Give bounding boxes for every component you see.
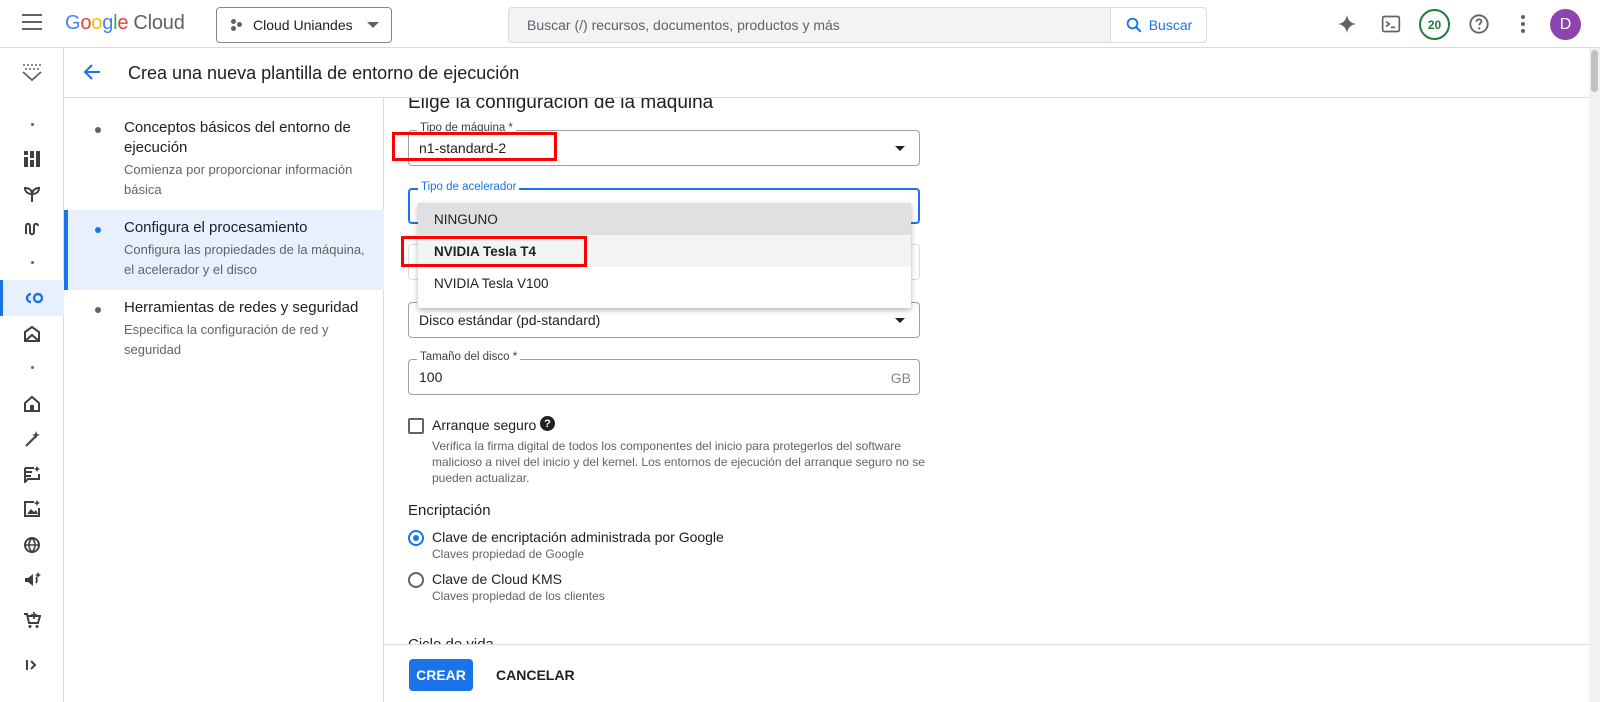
- radio-google-managed-key[interactable]: [408, 530, 424, 546]
- page-header: Crea una nueva plantilla de entorno de e…: [64, 48, 1600, 98]
- search-icon: [1126, 17, 1142, 33]
- step-bullet: [95, 307, 101, 313]
- lifecycle-heading: Ciclo de vida: [408, 636, 494, 644]
- help-icon[interactable]: [1466, 11, 1492, 37]
- step-title: Conceptos básicos del entorno de ejecuci…: [124, 119, 351, 156]
- disk-size-label: Tamaño del disco *: [417, 351, 521, 363]
- project-selector[interactable]: Cloud Uniandes: [216, 7, 392, 43]
- project-icon: [231, 19, 243, 31]
- search-input[interactable]: [509, 8, 1110, 42]
- encryption-title: Encriptación: [408, 502, 491, 519]
- create-button[interactable]: CREAR: [409, 659, 473, 691]
- step-title: Configura el procesamiento: [124, 219, 308, 236]
- rail-separator-dot: [31, 123, 34, 126]
- step-networking[interactable]: Herramientas de redes y seguridad Especi…: [64, 298, 384, 360]
- notifications-badge[interactable]: 20: [1419, 9, 1450, 40]
- project-name: Cloud Uniandes: [253, 17, 353, 33]
- terminal-icon[interactable]: [1378, 11, 1404, 37]
- disk-size-input[interactable]: Tamaño del disco * 100 GB: [408, 351, 920, 395]
- image-spark-icon[interactable]: [0, 491, 64, 527]
- menu-item-tesla-v100[interactable]: NVIDIA Tesla V100: [418, 267, 911, 299]
- back-arrow-icon[interactable]: [82, 62, 102, 87]
- dropdown-arrow-icon: [895, 318, 905, 323]
- expand-icon[interactable]: [0, 647, 64, 683]
- vertex-logo-icon[interactable]: [0, 54, 64, 90]
- secure-boot-checkbox[interactable]: [408, 418, 424, 434]
- radio-label: Clave de encriptación administrada por G…: [432, 529, 724, 545]
- colab-icon[interactable]: [0, 280, 64, 316]
- globe-icon[interactable]: [0, 527, 64, 563]
- accelerator-type-label: Tipo de acelerador: [418, 181, 520, 193]
- menu-icon[interactable]: [22, 14, 42, 34]
- radio-sublabel: Claves propiedad de los clientes: [432, 589, 605, 603]
- pipeline-icon[interactable]: [0, 211, 64, 247]
- form-footer: CREAR CANCELAR: [384, 644, 1600, 702]
- search-bar: Buscar: [508, 7, 1207, 43]
- step-bullet: [95, 127, 101, 133]
- step-description: Comienza por proporcionar información bá…: [124, 162, 353, 197]
- stepper: Conceptos básicos del entorno de ejecuci…: [64, 98, 384, 702]
- page-title: Crea una nueva plantilla de entorno de e…: [128, 63, 520, 83]
- step-basics[interactable]: Conceptos básicos del entorno de ejecuci…: [64, 118, 384, 200]
- dashboard-icon[interactable]: [0, 141, 64, 177]
- home-icon[interactable]: [0, 386, 64, 422]
- search-button-label: Buscar: [1148, 17, 1193, 33]
- step-title: Herramientas de redes y seguridad: [124, 299, 359, 316]
- secure-boot-label: Arranque seguro: [432, 417, 537, 433]
- top-bar: GoogleCloud Cloud Uniandes Buscar 20 D: [0, 0, 1600, 48]
- sprout-icon[interactable]: [0, 176, 64, 212]
- disk-size-value: 100: [419, 369, 443, 385]
- google-cloud-logo[interactable]: Google Cloud: [65, 12, 185, 35]
- more-vert-icon[interactable]: [1510, 11, 1536, 37]
- radio-cloud-kms-key[interactable]: [408, 572, 424, 588]
- step-description: Configura las propiedades de la máquina,…: [124, 242, 365, 277]
- rail-separator-dot: [31, 261, 34, 264]
- step-description: Especifica la configuración de red y seg…: [124, 322, 329, 357]
- chat-spark-icon[interactable]: [0, 456, 64, 492]
- scrollbar[interactable]: [1589, 48, 1600, 702]
- left-nav-rail: [0, 48, 64, 702]
- chevron-down-icon: [366, 22, 379, 28]
- help-icon[interactable]: ?: [540, 416, 555, 431]
- section-title: Elige la configuración de la máquina: [408, 98, 714, 113]
- scrollbar-thumb[interactable]: [1591, 50, 1598, 92]
- model-garden-icon[interactable]: [0, 316, 64, 352]
- search-button[interactable]: Buscar: [1110, 8, 1206, 42]
- magic-wand-icon[interactable]: [0, 421, 64, 457]
- menu-item-ninguno[interactable]: NINGUNO: [418, 203, 911, 235]
- disk-size-unit: GB: [890, 370, 911, 386]
- step-bullet: [95, 227, 101, 233]
- radio-label: Clave de Cloud KMS: [432, 571, 562, 587]
- sparkle-icon[interactable]: [1334, 11, 1360, 37]
- highlight-box: [392, 132, 557, 161]
- speech-icon[interactable]: [0, 562, 64, 598]
- avatar[interactable]: D: [1550, 9, 1581, 40]
- disk-type-value: Disco estándar (pd-standard): [419, 312, 601, 328]
- step-processing[interactable]: Configura el procesamiento Configura las…: [64, 210, 384, 290]
- rail-separator-dot: [31, 366, 34, 369]
- form-panel: Elige la configuración de la máquina Tip…: [384, 98, 1600, 644]
- radio-sublabel: Claves propiedad de Google: [432, 547, 585, 561]
- highlight-box: [401, 236, 587, 267]
- dropdown-arrow-icon: [895, 146, 905, 151]
- secure-boot-description: Verifica la firma digital de todos los c…: [432, 439, 925, 485]
- cart-icon[interactable]: [0, 602, 64, 638]
- cancel-button[interactable]: CANCELAR: [488, 659, 583, 691]
